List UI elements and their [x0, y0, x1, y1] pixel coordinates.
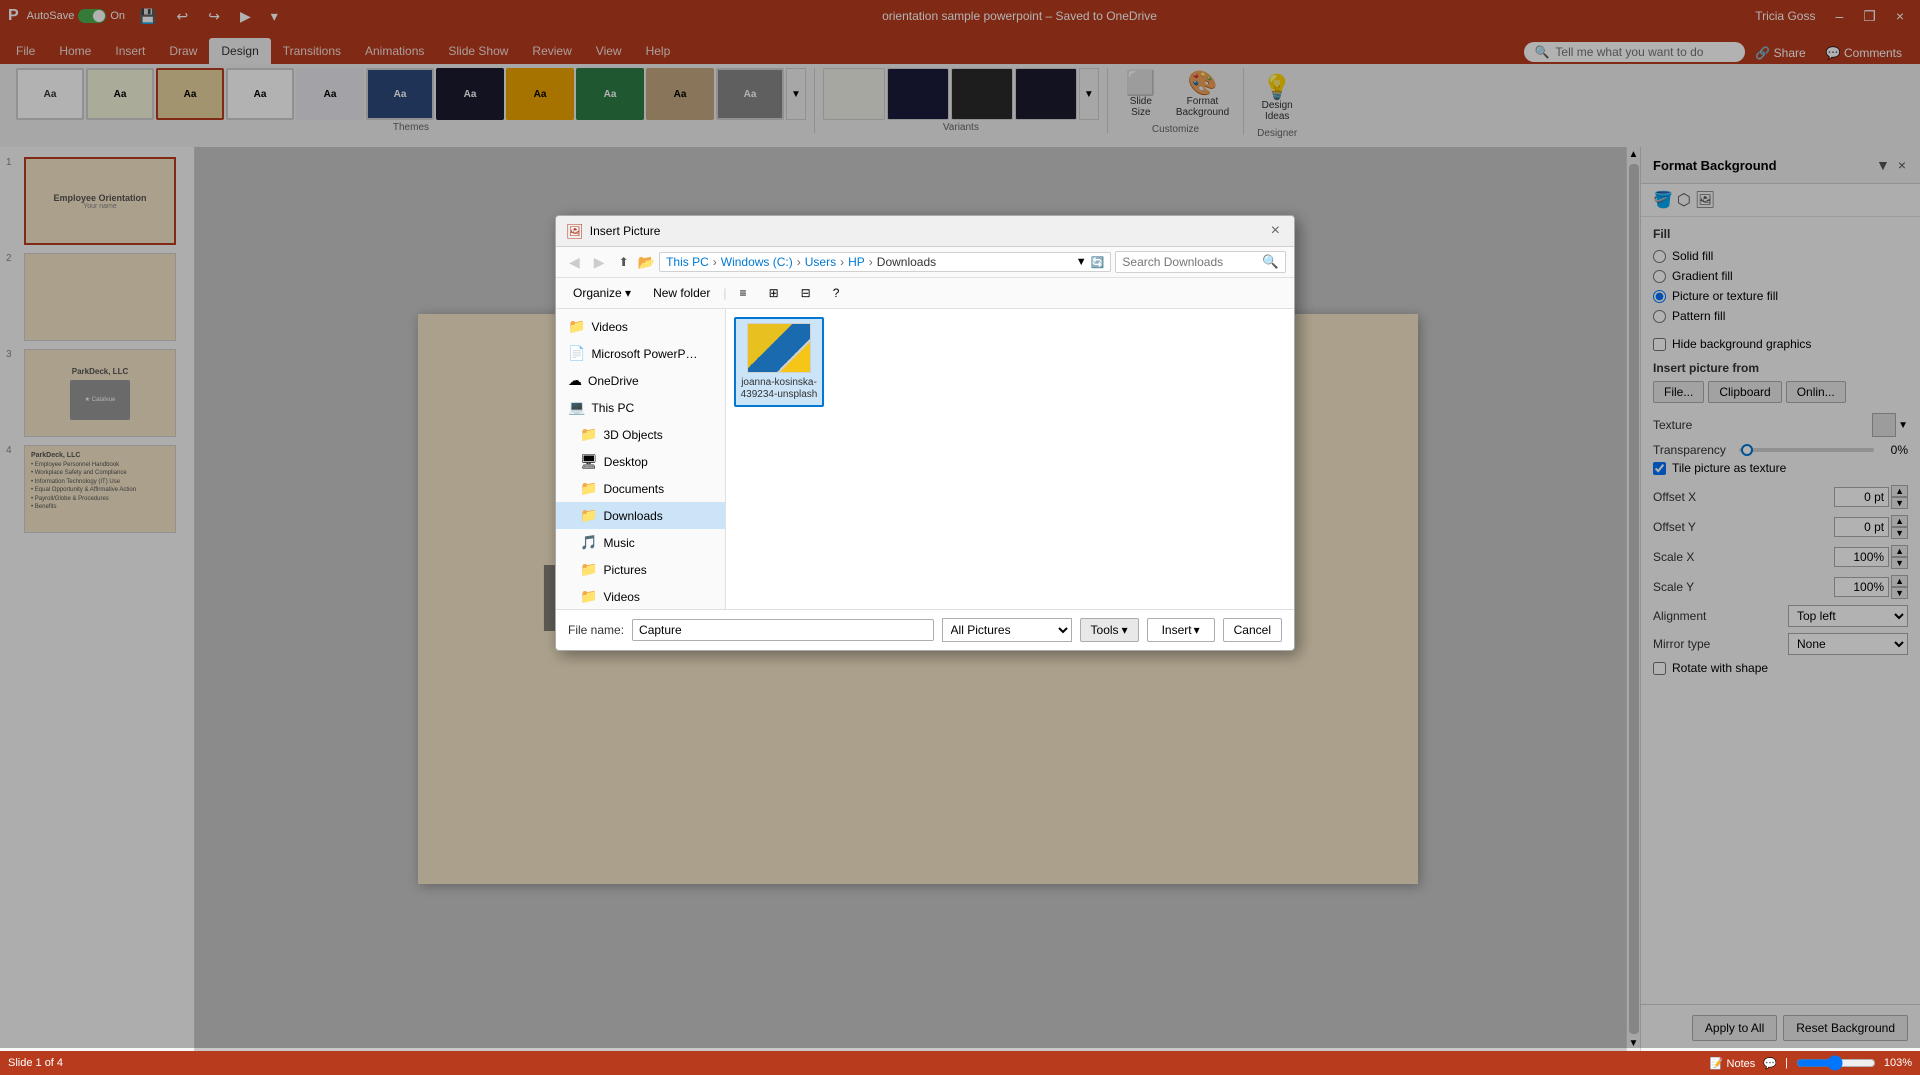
file-name-input[interactable] [632, 619, 934, 641]
zoom-slider[interactable] [1796, 1055, 1876, 1071]
status-bar-right: 📝 Notes 💬 | 103% [1710, 1055, 1912, 1071]
dialog-toolbar: Organize ▾ New folder | ≡ ⊞ ⊟ ? [556, 278, 1294, 309]
bc-sep-2: › [797, 255, 801, 269]
file-thumb-joanna [747, 323, 811, 373]
sidebar-pictures[interactable]: 📁 Pictures [556, 556, 725, 583]
sidebar-documents[interactable]: 📁 Documents [556, 475, 725, 502]
sidebar-label-documents: Documents [603, 482, 664, 496]
sidebar-label-videos: Videos [591, 320, 627, 334]
tools-label: Tools [1091, 623, 1119, 637]
sidebar-music[interactable]: 🎵 Music [556, 529, 725, 556]
sidebar-downloads[interactable]: 📁 Downloads [556, 502, 725, 529]
view-help-btn[interactable]: ? [824, 282, 849, 304]
file-type-select[interactable]: All Pictures All Files JPEG PNG [942, 618, 1072, 642]
bc-sep-1: › [713, 255, 717, 269]
sidebar-icon-music: 🎵 [580, 534, 597, 551]
sidebar-icon-3dobjects: 📁 [580, 426, 597, 443]
status-bar-left: Slide 1 of 4 [8, 1057, 63, 1069]
bc-downloads: Downloads [877, 255, 936, 269]
organize-btn[interactable]: Organize ▾ [564, 282, 640, 304]
view-details-btn[interactable]: ⊞ [760, 282, 788, 304]
dialog-files: joanna-kosinska-439234-unsplash [726, 309, 1294, 609]
dialog-title: 🖼 Insert Picture [566, 223, 660, 240]
bc-hp[interactable]: HP [848, 255, 865, 269]
sidebar-icon-videos: 📁 [568, 318, 585, 335]
file-name-label: File name: [568, 623, 624, 637]
breadcrumb-bar: This PC › Windows (C:) › Users › HP › Do… [659, 252, 1111, 272]
bc-thispc[interactable]: This PC [666, 255, 709, 269]
status-bar: Slide 1 of 4 📝 Notes 💬 | 103% [0, 1051, 1920, 1075]
dialog-sidebar: 📁 Videos 📄 Microsoft PowerP… ☁ OneDrive … [556, 309, 726, 609]
sidebar-label-desktop: Desktop [604, 455, 648, 469]
cancel-button[interactable]: Cancel [1223, 618, 1282, 642]
dialog-body: 📁 Videos 📄 Microsoft PowerP… ☁ OneDrive … [556, 309, 1294, 609]
dialog-titlebar: 🖼 Insert Picture × [556, 216, 1294, 247]
bc-dropdown-btn[interactable]: ▼ [1076, 256, 1087, 268]
zoom-level-text: 103% [1884, 1057, 1912, 1069]
toolbar-sep-1: | [723, 286, 726, 300]
insert-picture-dialog: 🖼 Insert Picture × ◀ ▶ ⬆ 📂 This PC › Win… [555, 215, 1295, 651]
sidebar-label-msppt: Microsoft PowerP… [591, 347, 697, 361]
insert-label: Insert [1162, 623, 1192, 637]
slide-info: Slide 1 of 4 [8, 1057, 63, 1069]
search-icon-btn[interactable]: 🔍 [1262, 254, 1279, 270]
nav-recent-btn: 📂 [638, 254, 655, 271]
bc-sep-4: › [869, 255, 873, 269]
file-name-joanna: joanna-kosinska-439234-unsplash [741, 377, 818, 401]
dialog-nav: ◀ ▶ ⬆ 📂 This PC › Windows (C:) › Users ›… [556, 247, 1294, 278]
dialog-overlay: 🖼 Insert Picture × ◀ ▶ ⬆ 📂 This PC › Win… [0, 0, 1920, 1048]
sidebar-label-videos2: Videos [603, 590, 639, 604]
sidebar-label-music: Music [603, 536, 634, 550]
sidebar-icon-pictures: 📁 [580, 561, 597, 578]
new-folder-btn[interactable]: New folder [644, 282, 719, 304]
sidebar-icon-documents: 📁 [580, 480, 597, 497]
sidebar-label-onedrive: OneDrive [588, 374, 639, 388]
sidebar-3dobjects[interactable]: 📁 3D Objects [556, 421, 725, 448]
sidebar-icon-onedrive: ☁ [568, 372, 582, 389]
tools-dropdown-icon: ▾ [1122, 623, 1128, 637]
insert-button[interactable]: Insert ▾ [1147, 618, 1215, 642]
sidebar-label-downloads: Downloads [603, 509, 662, 523]
nav-up-btn[interactable]: ⬆ [614, 253, 634, 271]
view-list-btn[interactable]: ≡ [731, 282, 756, 304]
sidebar-icon-msppt: 📄 [568, 345, 585, 362]
tools-button[interactable]: Tools ▾ [1080, 618, 1139, 642]
sidebar-videos2[interactable]: 📁 Videos [556, 583, 725, 609]
sidebar-videos[interactable]: 📁 Videos [556, 313, 725, 340]
nav-forward-btn[interactable]: ▶ [589, 252, 610, 273]
search-downloads-input[interactable] [1122, 255, 1262, 269]
insert-dropdown-icon: ▾ [1194, 623, 1200, 637]
sidebar-icon-desktop: 🖥 [580, 453, 598, 470]
file-item-joanna[interactable]: joanna-kosinska-439234-unsplash [734, 317, 824, 407]
dialog-icon: 🖼 [566, 223, 584, 240]
sidebar-msppt[interactable]: 📄 Microsoft PowerP… [556, 340, 725, 367]
dialog-title-text: Insert Picture [590, 224, 661, 238]
bc-refresh-btn[interactable]: 🔄 [1091, 256, 1105, 269]
sidebar-icon-thispc: 💻 [568, 399, 585, 416]
nav-back-btn[interactable]: ◀ [564, 252, 585, 273]
sidebar-onedrive[interactable]: ☁ OneDrive [556, 367, 725, 394]
search-box: 🔍 [1115, 251, 1286, 273]
bc-sep-3: › [840, 255, 844, 269]
sidebar-label-pictures: Pictures [603, 563, 646, 577]
sidebar-label-thispc: This PC [591, 401, 634, 415]
new-folder-label: New folder [653, 286, 710, 300]
bc-windowsc[interactable]: Windows (C:) [721, 255, 793, 269]
dialog-footer: File name: All Pictures All Files JPEG P… [556, 609, 1294, 650]
organize-label: Organize [573, 286, 622, 300]
sidebar-icon-videos2: 📁 [580, 588, 597, 605]
sidebar-desktop[interactable]: 🖥 Desktop [556, 448, 725, 475]
sidebar-thispc[interactable]: 💻 This PC [556, 394, 725, 421]
sidebar-icon-downloads: 📁 [580, 507, 597, 524]
dialog-close-button[interactable]: × [1267, 222, 1284, 240]
zoom-level: | [1785, 1057, 1788, 1069]
bc-users[interactable]: Users [805, 255, 836, 269]
comments-status-btn[interactable]: 💬 [1763, 1057, 1777, 1070]
notes-btn[interactable]: 📝 Notes [1710, 1057, 1756, 1070]
sidebar-label-3dobjects: 3D Objects [603, 428, 662, 442]
view-icons-btn[interactable]: ⊟ [792, 282, 820, 304]
